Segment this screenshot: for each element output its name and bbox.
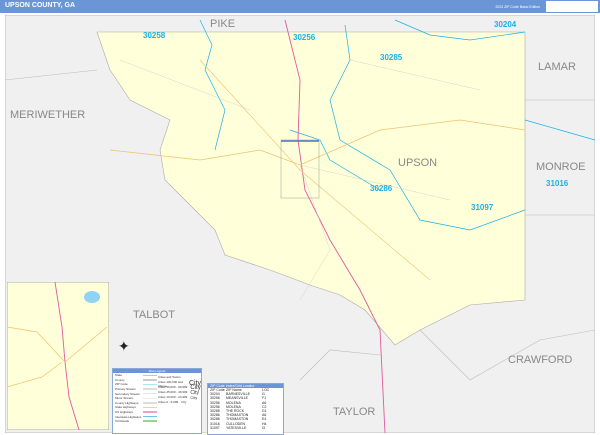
loc-cell: I3 xyxy=(262,425,265,430)
county-label-meriwether: MERIWETHER xyxy=(10,109,85,121)
zip-label-30204: 30204 xyxy=(494,20,517,29)
name-cell: YATESVILLE xyxy=(226,425,247,430)
legend-item: Toll Roads xyxy=(115,419,130,424)
compass-rose-icon: ✦ xyxy=(118,338,130,354)
zip-label-31016: 31016 xyxy=(546,179,569,188)
city-sample: City xyxy=(190,395,198,400)
zip-label-30256: 30256 xyxy=(293,33,316,42)
county-label-lamar: LAMAR xyxy=(538,61,576,73)
legend-item: Secondary Streets xyxy=(115,391,140,396)
zip-index-table: ZIP Code Index/Grid Locator ZIP Code ZIP … xyxy=(207,383,284,435)
legend-item: State xyxy=(115,373,123,378)
county-label-pike: PIKE xyxy=(210,18,235,30)
legend-item: ZIP Code xyxy=(115,382,128,387)
cities-legend: Cities and Towns Cities 100,000 and Abov… xyxy=(158,375,201,405)
legend-item: US Highways xyxy=(115,410,134,415)
map-title: UPSON COUNTY, GA xyxy=(5,2,76,9)
legend-item: Minor Streets xyxy=(115,396,133,401)
city-range: Cities 0 - 9,999 xyxy=(158,400,179,404)
zip-cell: 31097 xyxy=(210,425,220,430)
legend-item: Primary Streets xyxy=(115,387,136,392)
legend-item: Interstate Highways xyxy=(115,414,142,419)
county-label-taylor: TAYLOR xyxy=(333,406,375,418)
edition-label: 2023 ZIP Code Basic Edition xyxy=(495,5,540,9)
table-row: 31097 YATESVILLE I3 xyxy=(208,426,283,430)
county-label-upson: UPSON xyxy=(398,157,437,169)
header-bar: UPSON COUNTY, GA 2023 ZIP Code Basic Edi… xyxy=(0,0,600,13)
legend-item: State Highways xyxy=(115,405,136,410)
thomaston-inset-map xyxy=(7,282,109,430)
map-legend: Map Legend State County ZIP Code Primary… xyxy=(112,368,202,434)
legend-item: County Highways xyxy=(115,400,139,405)
zip-label-30286: 30286 xyxy=(370,184,393,193)
zip-label-31097: 31097 xyxy=(471,203,494,212)
zip-label-30285: 30285 xyxy=(380,53,403,62)
publisher-logo xyxy=(546,1,598,12)
zip-label-30258: 30258 xyxy=(143,31,166,40)
legend-item: County xyxy=(115,377,125,382)
city-sample: City xyxy=(181,400,187,404)
county-label-crawford: CRAWFORD xyxy=(508,354,572,366)
county-label-monroe: MONROE xyxy=(536,161,586,173)
county-label-talbot: TALBOT xyxy=(133,309,175,321)
